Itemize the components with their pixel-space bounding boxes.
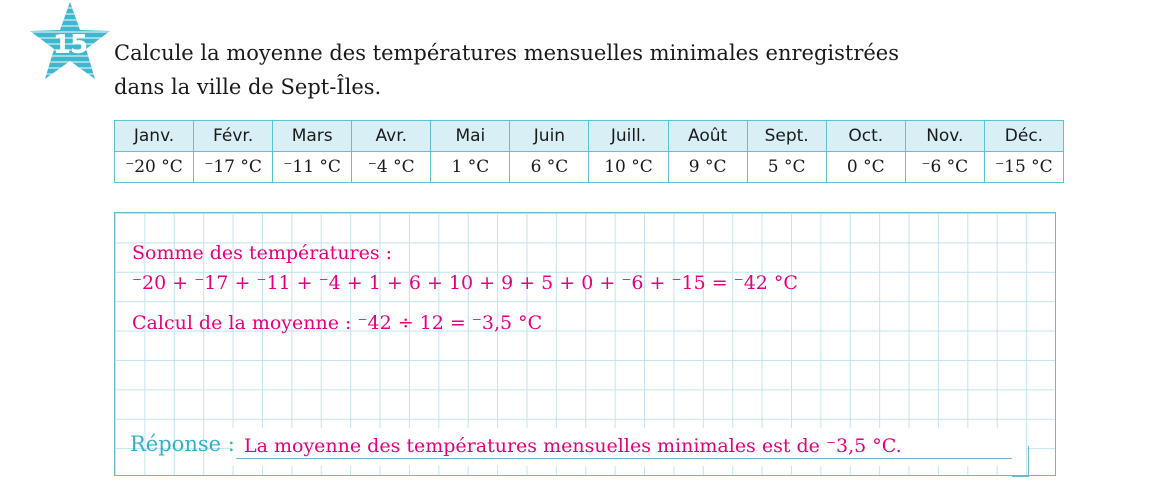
month-header: Oct. <box>825 120 906 152</box>
answer-line <box>236 458 1012 459</box>
answer-label: Réponse : <box>130 432 235 456</box>
month-header: Févr. <box>193 120 274 152</box>
temperature-cell: 5 °C <box>746 151 827 183</box>
month-header: Mai <box>430 120 511 152</box>
month-header: Août <box>667 120 748 152</box>
temperature-cell: ⁻6 °C <box>904 151 985 183</box>
table-header-row: Janv. Févr. Mars Avr. Mai Juin Juill. Ao… <box>113 120 1065 152</box>
temperature-cell: 1 °C <box>430 151 511 183</box>
temperature-cell: 6 °C <box>509 151 590 183</box>
temperature-cell: ⁻20 °C <box>113 151 195 183</box>
month-header: Mars <box>272 120 353 152</box>
month-header: Déc. <box>983 120 1065 152</box>
temperature-cell: 0 °C <box>825 151 906 183</box>
month-header: Juin <box>509 120 590 152</box>
mean-calculation: Calcul de la moyenne : ⁻42 ÷ 12 = ⁻3,5 °… <box>132 312 543 334</box>
month-header: Juill. <box>588 120 669 152</box>
answer-text[interactable]: La moyenne des températures mensuelles m… <box>244 435 902 457</box>
question-line: Calcule la moyenne des températures mens… <box>114 41 900 65</box>
temperature-cell: 10 °C <box>588 151 669 183</box>
exercise-number: 15 <box>52 30 88 60</box>
sum-label: Somme des températures : <box>132 242 393 264</box>
month-header: Sept. <box>746 120 827 152</box>
temperature-cell: 9 °C <box>667 151 748 183</box>
temperature-table: Janv. Févr. Mars Avr. Mai Juin Juill. Ao… <box>113 120 1065 183</box>
month-header: Janv. <box>113 120 195 152</box>
month-header: Nov. <box>904 120 985 152</box>
temperature-cell: ⁻17 °C <box>193 151 274 183</box>
month-header: Avr. <box>351 120 432 152</box>
question-text: Calcule la moyenne des températures mens… <box>114 36 899 104</box>
temperature-cell: ⁻11 °C <box>272 151 353 183</box>
temperature-cell: ⁻4 °C <box>351 151 432 183</box>
question-line: dans la ville de Sept-Îles. <box>114 75 382 99</box>
temperature-cell: ⁻15 °C <box>983 151 1065 183</box>
table-row: ⁻20 °C ⁻17 °C ⁻11 °C ⁻4 °C 1 °C 6 °C 10 … <box>113 151 1065 183</box>
sum-expression: ⁻20 + ⁻17 + ⁻11 + ⁻4 + 1 + 6 + 10 + 9 + … <box>132 272 798 294</box>
